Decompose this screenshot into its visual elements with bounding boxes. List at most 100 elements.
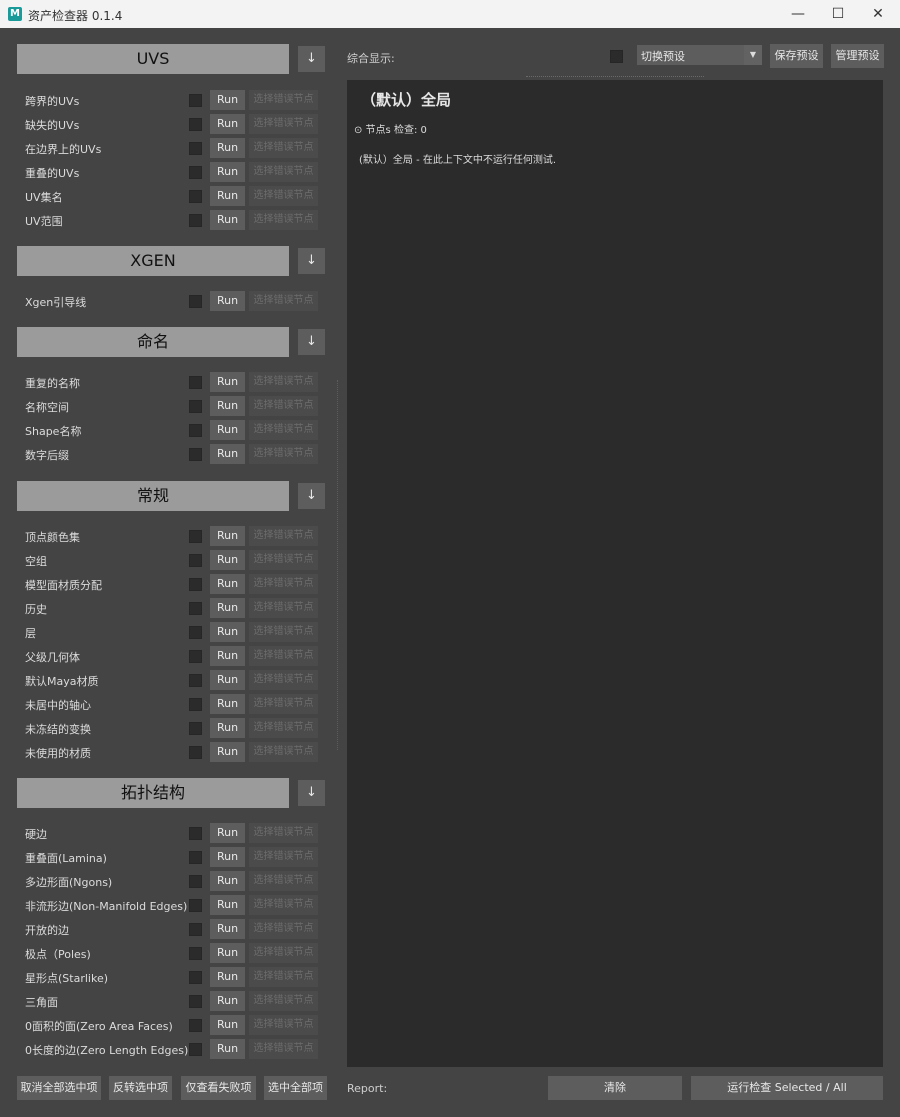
check-checkbox[interactable] (189, 448, 202, 461)
run-button[interactable]: Run (210, 718, 245, 738)
select-error-nodes-button[interactable]: 选择错误节点 (249, 823, 318, 843)
select-error-nodes-button[interactable]: 选择错误节点 (249, 114, 318, 134)
run-button[interactable]: Run (210, 526, 245, 546)
select-error-nodes-button[interactable]: 选择错误节点 (249, 598, 318, 618)
select-error-nodes-button[interactable]: 选择错误节点 (249, 574, 318, 594)
run-button[interactable]: Run (210, 847, 245, 867)
check-checkbox[interactable] (189, 295, 202, 308)
run-button[interactable]: Run (210, 186, 245, 206)
select-error-nodes-button[interactable]: 选择错误节点 (249, 291, 318, 311)
check-checkbox[interactable] (189, 118, 202, 131)
select-error-nodes-button[interactable]: 选择错误节点 (249, 742, 318, 762)
check-checkbox[interactable] (189, 190, 202, 203)
run-button[interactable]: Run (210, 991, 245, 1011)
close-icon[interactable]: ✕ (858, 0, 898, 28)
check-checkbox[interactable] (189, 376, 202, 389)
run-button[interactable]: Run (210, 114, 245, 134)
run-button[interactable]: Run (210, 291, 245, 311)
run-button[interactable]: Run (210, 670, 245, 690)
run-button[interactable]: Run (210, 550, 245, 570)
check-checkbox[interactable] (189, 698, 202, 711)
invert-selection-button[interactable]: 反转选中项 (109, 1076, 172, 1100)
check-checkbox[interactable] (189, 674, 202, 687)
splitter-handle[interactable] (337, 380, 338, 750)
select-all-button[interactable]: 选中全部项 (264, 1076, 327, 1100)
check-checkbox[interactable] (189, 554, 202, 567)
minimize-icon[interactable]: — (778, 0, 818, 28)
check-checkbox[interactable] (189, 971, 202, 984)
check-checkbox[interactable] (189, 1019, 202, 1032)
run-button[interactable]: Run (210, 895, 245, 915)
check-checkbox[interactable] (189, 1043, 202, 1056)
expand-arrow-button[interactable]: ↓ (298, 46, 325, 72)
run-button[interactable]: Run (210, 1039, 245, 1059)
check-checkbox[interactable] (189, 746, 202, 759)
splitter-handle[interactable] (526, 76, 704, 77)
run-button[interactable]: Run (210, 90, 245, 110)
check-checkbox[interactable] (189, 424, 202, 437)
section-header[interactable]: XGEN (17, 246, 289, 276)
select-error-nodes-button[interactable]: 选择错误节点 (249, 420, 318, 440)
section-header[interactable]: 常规 (17, 481, 289, 511)
check-checkbox[interactable] (189, 400, 202, 413)
select-error-nodes-button[interactable]: 选择错误节点 (249, 622, 318, 642)
select-error-nodes-button[interactable]: 选择错误节点 (249, 550, 318, 570)
run-button[interactable]: Run (210, 420, 245, 440)
run-button[interactable]: Run (210, 694, 245, 714)
select-error-nodes-button[interactable]: 选择错误节点 (249, 186, 318, 206)
expand-arrow-button[interactable]: ↓ (298, 329, 325, 355)
select-error-nodes-button[interactable]: 选择错误节点 (249, 871, 318, 891)
select-error-nodes-button[interactable]: 选择错误节点 (249, 372, 318, 392)
select-error-nodes-button[interactable]: 选择错误节点 (249, 991, 318, 1011)
run-button[interactable]: Run (210, 871, 245, 891)
save-preset-button[interactable]: 保存预设 (770, 44, 823, 68)
run-button[interactable]: Run (210, 598, 245, 618)
check-checkbox[interactable] (189, 530, 202, 543)
select-error-nodes-button[interactable]: 选择错误节点 (249, 444, 318, 464)
run-button[interactable]: Run (210, 138, 245, 158)
select-error-nodes-button[interactable]: 选择错误节点 (249, 646, 318, 666)
select-error-nodes-button[interactable]: 选择错误节点 (249, 210, 318, 230)
section-header[interactable]: 拓扑结构 (17, 778, 289, 808)
select-error-nodes-button[interactable]: 选择错误节点 (249, 1015, 318, 1035)
select-error-nodes-button[interactable]: 选择错误节点 (249, 670, 318, 690)
run-button[interactable]: Run (210, 396, 245, 416)
check-checkbox[interactable] (189, 650, 202, 663)
select-error-nodes-button[interactable]: 选择错误节点 (249, 967, 318, 987)
check-checkbox[interactable] (189, 995, 202, 1008)
check-checkbox[interactable] (189, 923, 202, 936)
select-error-nodes-button[interactable]: 选择错误节点 (249, 919, 318, 939)
expand-arrow-button[interactable]: ↓ (298, 248, 325, 274)
select-error-nodes-button[interactable]: 选择错误节点 (249, 138, 318, 158)
select-error-nodes-button[interactable]: 选择错误节点 (249, 847, 318, 867)
check-checkbox[interactable] (189, 875, 202, 888)
check-checkbox[interactable] (189, 166, 202, 179)
run-button[interactable]: Run (210, 162, 245, 182)
select-error-nodes-button[interactable]: 选择错误节点 (249, 396, 318, 416)
run-button[interactable]: Run (210, 742, 245, 762)
select-error-nodes-button[interactable]: 选择错误节点 (249, 162, 318, 182)
manage-preset-button[interactable]: 管理预设 (831, 44, 884, 68)
check-checkbox[interactable] (189, 626, 202, 639)
run-button[interactable]: Run (210, 1015, 245, 1035)
select-error-nodes-button[interactable]: 选择错误节点 (249, 943, 318, 963)
select-error-nodes-button[interactable]: 选择错误节点 (249, 526, 318, 546)
show-failed-only-button[interactable]: 仅查看失败项 (181, 1076, 256, 1100)
run-checks-button[interactable]: 运行检查 Selected / All (691, 1076, 883, 1100)
run-button[interactable]: Run (210, 444, 245, 464)
check-checkbox[interactable] (189, 602, 202, 615)
select-error-nodes-button[interactable]: 选择错误节点 (249, 1039, 318, 1059)
run-button[interactable]: Run (210, 210, 245, 230)
check-checkbox[interactable] (189, 947, 202, 960)
expand-arrow-button[interactable]: ↓ (298, 780, 325, 806)
run-button[interactable]: Run (210, 967, 245, 987)
clear-button[interactable]: 清除 (548, 1076, 682, 1100)
check-checkbox[interactable] (189, 214, 202, 227)
chevron-down-icon[interactable]: ▼ (744, 45, 762, 65)
check-checkbox[interactable] (189, 142, 202, 155)
run-button[interactable]: Run (210, 823, 245, 843)
preset-dropdown[interactable]: 切换预设 ▼ (637, 45, 762, 65)
run-button[interactable]: Run (210, 646, 245, 666)
section-header[interactable]: UVS (17, 44, 289, 74)
check-checkbox[interactable] (189, 578, 202, 591)
